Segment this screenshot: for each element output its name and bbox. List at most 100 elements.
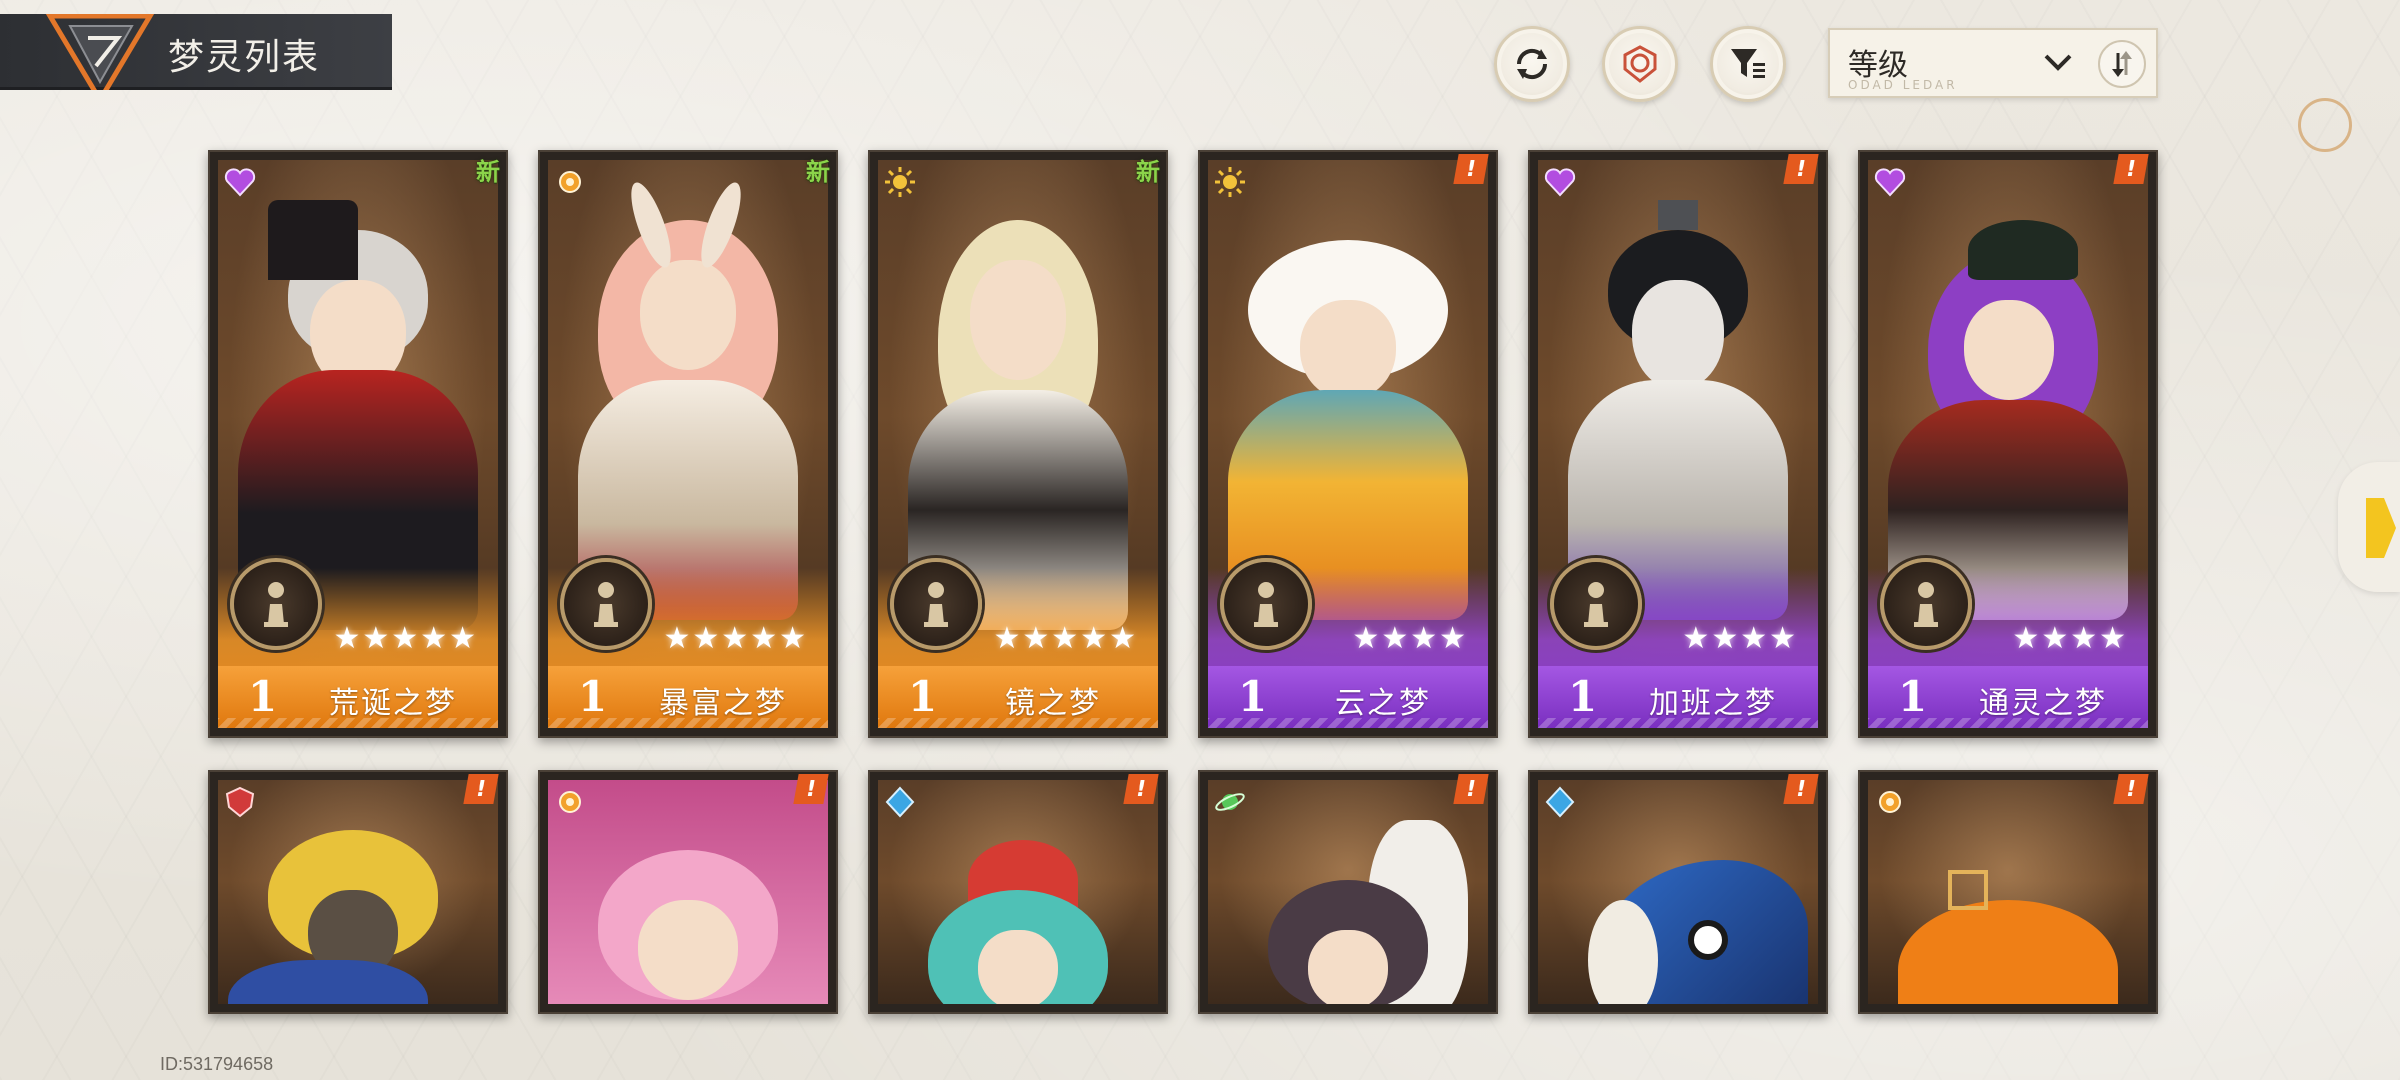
name-bar: 1 通灵之梦 [1868, 666, 2148, 728]
new-badge: 新 [806, 158, 830, 186]
purple-heart-icon [1872, 164, 1908, 200]
decorative-ring [2298, 98, 2352, 152]
red-shield-icon [222, 784, 258, 820]
pawn-icon [1220, 558, 1312, 650]
character-level: 1 [1898, 672, 1928, 721]
character-portrait [888, 200, 1148, 630]
character-card[interactable]: ★★★★ 1 通灵之梦 ! [1858, 150, 2158, 738]
character-name: 荒诞之梦 [329, 686, 457, 721]
character-art: ★★★★ 1 云之梦 [1208, 160, 1488, 728]
character-card[interactable]: ★★★★ 1 加班之梦 ! [1528, 150, 1828, 738]
star-rating: ★★★★ [1352, 621, 1468, 656]
character-card[interactable]: ★★★★★ 1 暴富之梦 新 [538, 150, 838, 738]
character-portrait [1548, 840, 1808, 1004]
character-name: 云之梦 [1335, 686, 1431, 721]
blue-diamond-icon [882, 784, 918, 820]
character-card[interactable]: ★★★★★ 1 荒诞之梦 新 [208, 150, 508, 738]
name-bar: 1 荒诞之梦 [218, 666, 498, 728]
star-rating: ★★★★★ [333, 621, 478, 656]
character-art [1208, 780, 1488, 1004]
chevron-down-icon [2044, 54, 2072, 71]
character-name: 加班之梦 [1649, 686, 1777, 721]
alert-badge: ! [1453, 154, 1489, 184]
character-level: 1 [248, 672, 278, 721]
refresh-icon [1516, 48, 1548, 80]
character-art [1868, 780, 2148, 1004]
side-expand-tab[interactable] [2338, 462, 2400, 592]
character-grid: ★★★★★ 1 荒诞之梦 新 ★★★★★ 1 暴富之梦 新 ★★★★★ 1 镜之… [208, 150, 2168, 1014]
refresh-button[interactable] [1494, 26, 1570, 102]
character-card[interactable]: ! [1198, 770, 1498, 1014]
alert-badge: ! [1783, 774, 1819, 804]
orange-orb-icon [1872, 784, 1908, 820]
sun-icon [1212, 164, 1248, 200]
title-panel: 梦灵列表 [0, 14, 392, 90]
pawn-icon [890, 558, 982, 650]
character-name: 通灵之梦 [1979, 686, 2107, 721]
character-art [548, 780, 828, 1004]
character-portrait [1218, 820, 1478, 1004]
name-bar: 1 镜之梦 [878, 666, 1158, 728]
star-rating: ★★★★★ [663, 621, 808, 656]
orange-orb-icon [552, 164, 588, 200]
character-card[interactable]: ! [1528, 770, 1828, 1014]
triangle-logo-icon [45, 14, 155, 90]
character-art [218, 780, 498, 1004]
character-art: ★★★★★ 1 镜之梦 [878, 160, 1158, 728]
character-portrait [1548, 200, 1808, 620]
blue-diamond-icon [1542, 784, 1578, 820]
character-level: 1 [908, 672, 938, 721]
alert-badge: ! [1453, 774, 1489, 804]
green-planet-icon [1212, 784, 1248, 820]
alert-badge: ! [463, 774, 499, 804]
target-icon [1623, 45, 1657, 83]
pawn-icon [560, 558, 652, 650]
star-rating: ★★★★ [2012, 621, 2128, 656]
character-portrait [558, 178, 818, 620]
name-bar: 1 加班之梦 [1538, 666, 1818, 728]
sort-dropdown[interactable]: 等级 ODAD LEDAR [1828, 28, 2158, 98]
character-art: ★★★★ 1 加班之梦 [1538, 160, 1818, 728]
filter-icon [1731, 49, 1765, 78]
character-name: 镜之梦 [1005, 686, 1101, 721]
player-id: ID:531794658 [160, 1054, 274, 1074]
pawn-icon [1880, 558, 1972, 650]
alert-badge: ! [793, 774, 829, 804]
character-level: 1 [578, 672, 608, 721]
new-badge: 新 [476, 158, 500, 186]
sort-order-toggle[interactable] [2098, 40, 2146, 88]
star-rating: ★★★★ [1682, 621, 1798, 656]
sun-icon [882, 164, 918, 200]
sort-subtext: ODAD LEDAR [1848, 78, 1958, 92]
character-card[interactable]: ★★★★ 1 云之梦 ! [1198, 150, 1498, 738]
pawn-icon [1550, 558, 1642, 650]
name-bar: 1 暴富之梦 [548, 666, 828, 728]
character-art: ★★★★ 1 通灵之梦 [1868, 160, 2148, 728]
character-portrait [228, 200, 488, 630]
character-portrait [1878, 870, 2138, 1004]
character-level: 1 [1238, 672, 1268, 721]
arrow-right-icon [2366, 498, 2396, 558]
character-art [878, 780, 1158, 1004]
purple-heart-icon [1542, 164, 1578, 200]
character-card[interactable]: ! [538, 770, 838, 1014]
character-art: ★★★★★ 1 荒诞之梦 [218, 160, 498, 728]
new-badge: 新 [1136, 158, 1160, 186]
character-portrait [558, 830, 818, 1004]
pawn-icon [230, 558, 322, 650]
character-art [1538, 780, 1818, 1004]
character-card[interactable]: ! [868, 770, 1168, 1014]
character-card[interactable]: ★★★★★ 1 镜之梦 新 [868, 150, 1168, 738]
name-bar: 1 云之梦 [1208, 666, 1488, 728]
filter-button[interactable] [1710, 26, 1786, 102]
alert-badge: ! [1123, 774, 1159, 804]
orange-orb-icon [552, 784, 588, 820]
character-art: ★★★★★ 1 暴富之梦 [548, 160, 828, 728]
alert-badge: ! [2113, 774, 2149, 804]
sort-order-icon [2112, 51, 2132, 77]
character-card[interactable]: ! [208, 770, 508, 1014]
character-portrait [888, 820, 1148, 1004]
character-card[interactable]: ! [1858, 770, 2158, 1014]
target-button[interactable] [1602, 26, 1678, 102]
character-level: 1 [1568, 672, 1598, 721]
